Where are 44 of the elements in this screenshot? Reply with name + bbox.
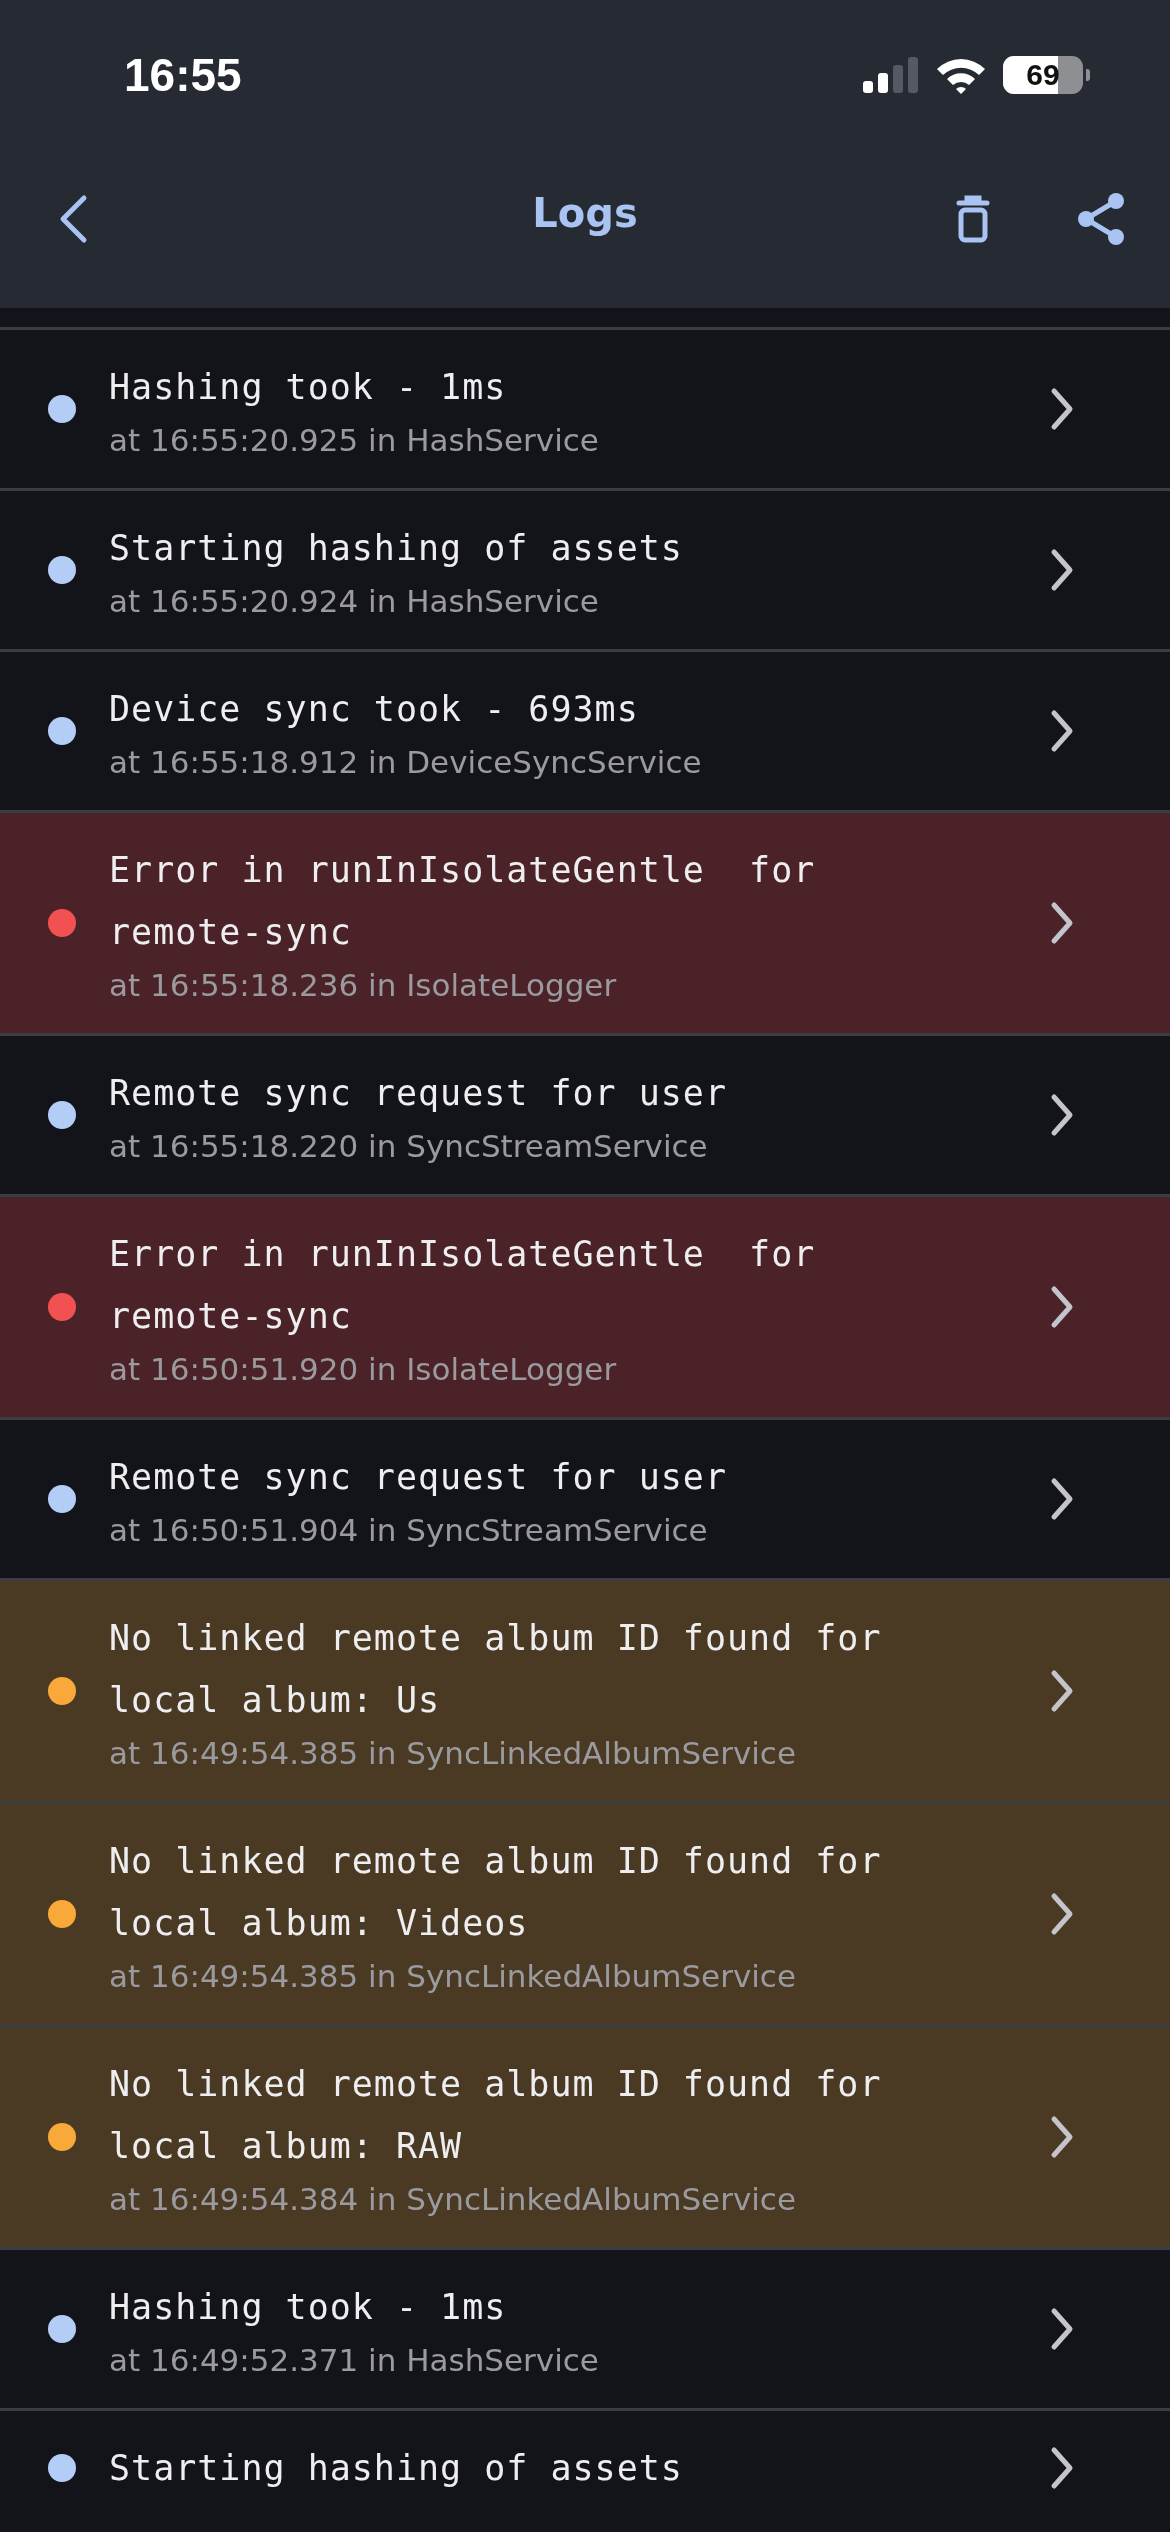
chevron-icon — [1050, 546, 1074, 594]
log-message: No linked remote album ID found for local album: Us — [109, 1617, 883, 1722]
log-detail: at 16:49:54.384 in SyncLinkedAlbumService — [109, 2180, 797, 2219]
chevron-icon — [1050, 1091, 1074, 1139]
log-message: Starting hashing of assets — [109, 2447, 684, 2490]
chevron-icon — [1050, 707, 1074, 755]
chevron-icon — [1050, 899, 1074, 947]
chevron-icon — [1050, 1475, 1074, 1523]
log-detail: at 16:55:18.220 in SyncStreamService — [109, 1127, 709, 1166]
chevron-icon — [1050, 385, 1074, 433]
log-detail: at 16:55:18.912 in DeviceSyncService — [109, 743, 703, 782]
chevron-icon — [1050, 1283, 1074, 1331]
log-detail: at 16:49:52.371 in HashService — [109, 2341, 600, 2380]
log-message: Hashing took - 1ms — [109, 2286, 508, 2329]
log-message: Device sync took - 693ms — [109, 688, 640, 731]
log-message: Error in runInIsolateGentle for remote-sync — [109, 849, 817, 954]
log-detail: at 16:55:18.236 in IsolateLogger — [109, 966, 618, 1005]
log-detail: at 16:55:20.925 in HashService — [109, 421, 600, 460]
log-message: Hashing took - 1ms — [109, 366, 508, 409]
log-entry[interactable]: No linked remote album ID found for local album: Us at 16:49:54.385 in SyncLinkedAlbumService — [0, 1578, 1170, 1801]
page-title: Logs — [532, 190, 638, 236]
status-time: 16:55 — [124, 48, 242, 102]
log-message: No linked remote album ID found for local album: Videos — [109, 1840, 883, 1945]
log-entry[interactable]: No linked remote album ID found for local album: RAW at 16:49:54.384 in SyncLinkedAlbumService — [0, 2024, 1170, 2247]
chevron-icon — [1050, 1890, 1074, 1938]
log-entry[interactable]: No linked remote album ID found for local album: Videos at 16:49:54.385 in SyncLinkedAlbumService — [0, 1801, 1170, 2024]
chevron-icon — [1050, 1667, 1074, 1715]
log-detail: at 16:55:20.924 in HashService — [109, 582, 600, 621]
log-message: Remote sync request for user — [109, 1072, 728, 1115]
chevron-icon — [1050, 2305, 1074, 2353]
log-message: Starting hashing of assets — [109, 527, 684, 570]
log-detail: at 16:50:51.920 in IsolateLogger — [109, 1350, 618, 1389]
signal-icon — [863, 57, 919, 93]
log-message: Remote sync request for user — [109, 1456, 728, 1499]
log-detail: at 16:49:54.385 in SyncLinkedAlbumService — [109, 1957, 797, 1996]
log-entry[interactable]: Error in runInIsolateGentle for remote-sync at 16:55:18.236 in IsolateLogger — [0, 810, 1170, 1033]
log-entry[interactable]: Error in runInIsolateGentle for remote-sync at 16:50:51.920 in IsolateLogger — [0, 1194, 1170, 1417]
chevron-icon — [1050, 2444, 1074, 2492]
chevron-icon — [1050, 2113, 1074, 2161]
log-detail: at 16:49:54.385 in SyncLinkedAlbumService — [109, 1734, 797, 1773]
log-detail: at 16:50:51.904 in SyncStreamService — [109, 1511, 709, 1550]
log-message: No linked remote album ID found for local album: RAW — [109, 2063, 883, 2168]
log-message: Error in runInIsolateGentle for remote-sync — [109, 1233, 817, 1338]
wifi-icon — [935, 56, 987, 94]
